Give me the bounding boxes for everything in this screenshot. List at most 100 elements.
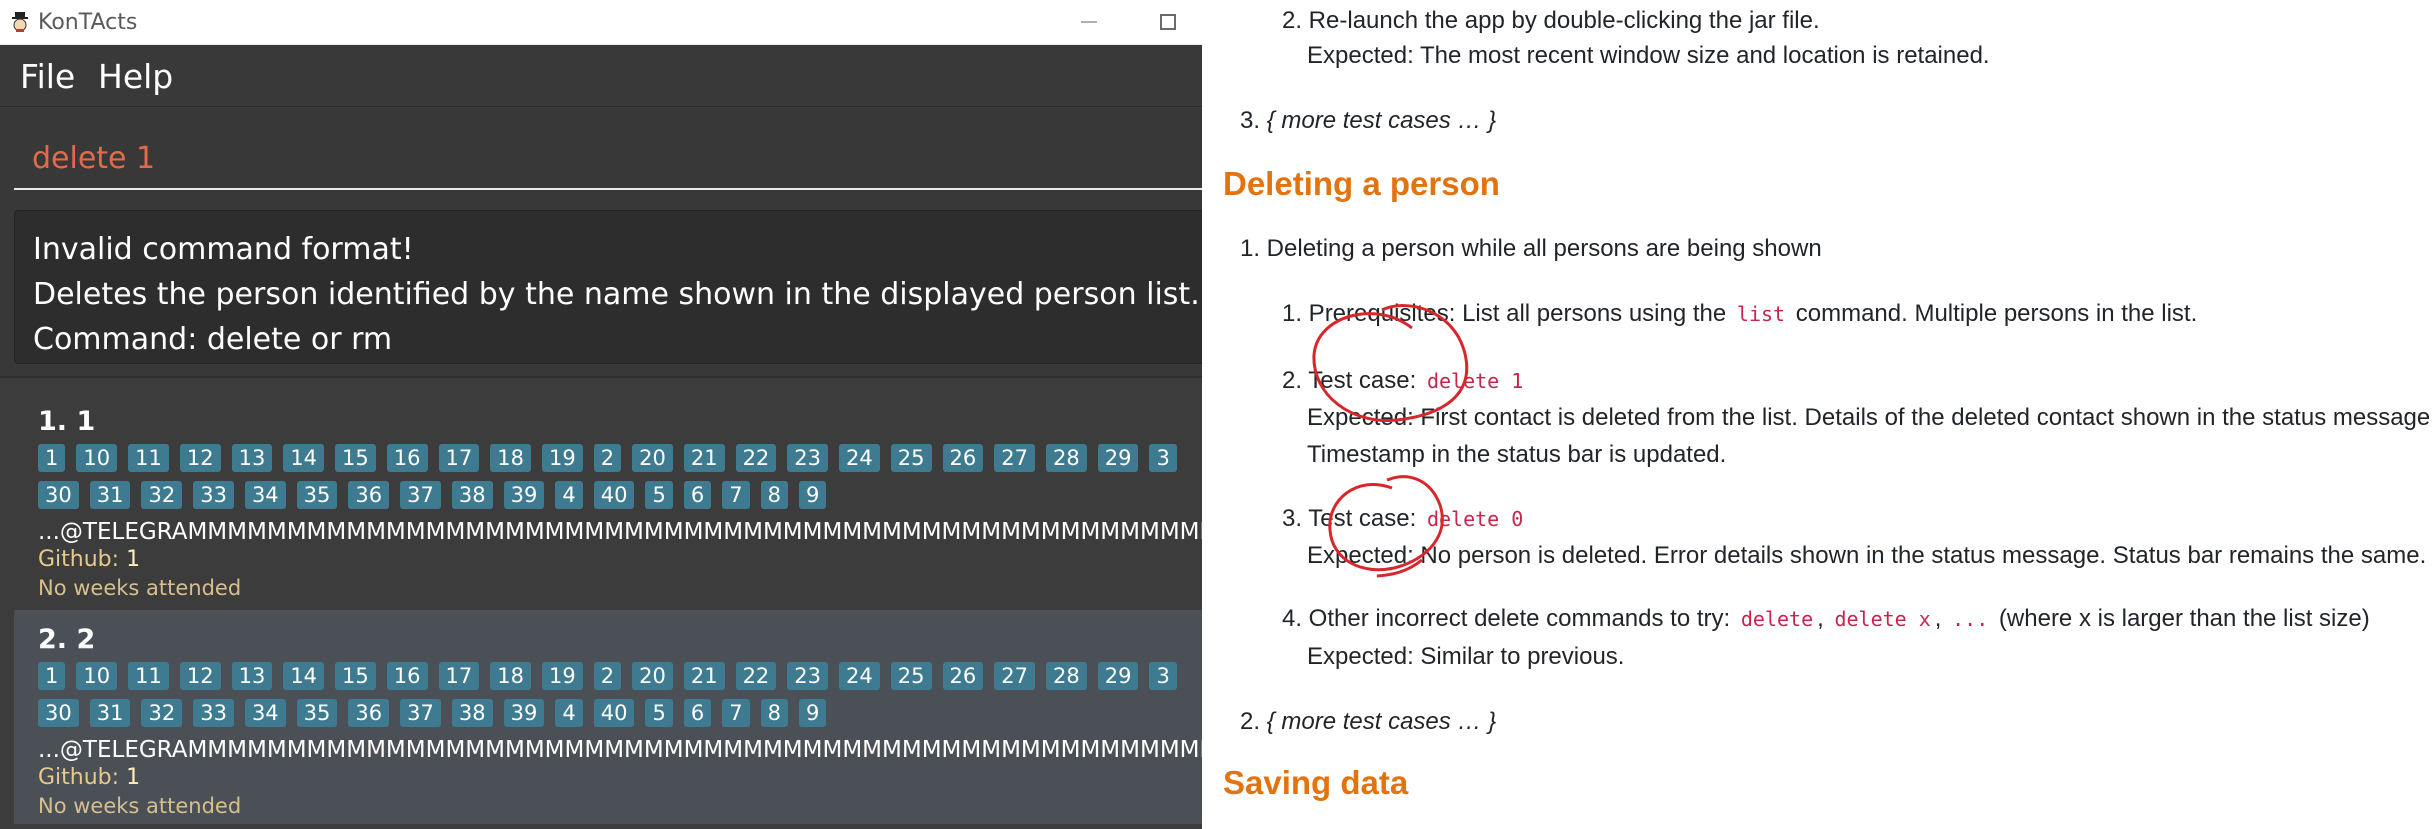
menu-help[interactable]: Help: [98, 57, 173, 96]
tag-chip: 24: [839, 662, 880, 690]
tag-chip: 3: [1149, 662, 1177, 690]
more-cases-text: { more test cases … }: [1266, 107, 1497, 134]
tag-chip: 32: [141, 699, 183, 727]
tag-chip: 23: [787, 444, 829, 472]
window-title: KonTActs: [38, 10, 138, 35]
person-telegram: ...@TELEGRAMMMMMMMMMMMMMMMMMMMMMMMMMMMMM…: [38, 519, 1202, 545]
tag-chip: 3: [1149, 444, 1177, 472]
tag-chip: 31: [89, 699, 131, 727]
person-telegram: ...@TELEGRAMMMMMMMMMMMMMMMMMMMMMMMMMMMMM…: [38, 737, 1202, 763]
minimize-icon[interactable]: [1069, 4, 1109, 40]
tag-chip: 5: [645, 699, 673, 727]
tag-chip: 18: [490, 444, 531, 472]
github-label: Github:: [38, 765, 120, 790]
person-weeks: No weeks attended: [38, 576, 242, 600]
result-display-area: Invalid command format! Deletes the pers…: [0, 206, 1202, 376]
tag-chip: 20: [632, 444, 673, 472]
prerequisites-item: 1. Prerequisites: List all persons using…: [1282, 300, 2197, 328]
tag-chip: 12: [179, 662, 221, 690]
tag-chip: 12: [179, 444, 221, 472]
tag-chip: 29: [1097, 444, 1139, 472]
inline-code-ellipsis: ...: [1952, 607, 1989, 631]
tag-chip: 32: [141, 481, 183, 509]
inline-code-list: list: [1736, 302, 1786, 326]
person-weeks: No weeks attended: [38, 794, 242, 818]
prereq-text-after: command. Multiple persons in the list.: [1795, 300, 2198, 327]
tag-chip: 40: [593, 699, 635, 727]
menu-file[interactable]: File: [20, 57, 75, 96]
tag-chip: 26: [942, 444, 984, 472]
tag-chip: 16: [386, 444, 428, 472]
person-name: 2. 2: [38, 624, 96, 655]
tag-chip: 37: [400, 481, 441, 509]
tag-chip: 29: [1097, 662, 1139, 690]
title-bar: KonTActs: [0, 0, 1202, 45]
result-line-2: Deletes the person identified by the nam…: [33, 277, 1200, 312]
tag-chip: 14: [283, 444, 325, 472]
github-value: 1: [126, 547, 141, 572]
heading-deleting-person: Deleting a person: [1223, 165, 1500, 202]
tag-chip: 7: [722, 699, 750, 727]
test-case-1-label: 2. Test case:: [1282, 367, 1417, 394]
person-list[interactable]: 1. 1 1 10 11 12 13 14 15 16 17 18 19 2 20 21 22 23 24 25 2…: [0, 376, 1202, 829]
tag-chip: 19: [541, 444, 583, 472]
tag-chip: 30: [38, 481, 79, 509]
tag-chip: 6: [683, 481, 712, 509]
tag-chip: 37: [400, 699, 441, 727]
result-line-1: Invalid command format!: [33, 232, 414, 267]
tag-chip: 17: [438, 662, 480, 690]
tag-chip: 4: [555, 481, 583, 509]
tag-chip: 20: [632, 662, 673, 690]
more-test-cases-1: 3. { more test cases … }: [1240, 107, 1496, 135]
github-value: 1: [126, 765, 141, 790]
other-commands-expected: Expected: Similar to previous.: [1307, 643, 1625, 670]
tag-chip: 15: [335, 662, 376, 690]
tag-chip: 38: [451, 699, 493, 727]
kontacts-window: KonTActs File Help Invalid command forma…: [0, 0, 1202, 829]
command-box-area: [0, 108, 1202, 206]
tag-chip: 18: [490, 662, 531, 690]
tag-chip: 1: [38, 444, 66, 472]
tag-chip: 40: [593, 481, 635, 509]
person-card[interactable]: 2. 2 1 10 11 12 13 14 15 16 17 18 19 2 20 21 22 23 24 25 2…: [14, 610, 1202, 824]
tag-chip: 1: [38, 662, 66, 690]
tag-chip: 2: [593, 444, 622, 472]
tag-chip: 24: [839, 444, 880, 472]
tag-chip: 8: [760, 699, 788, 727]
tag-chip: 27: [994, 444, 1035, 472]
relaunch-item: 2. Re-launch the app by double-clicking …: [1282, 7, 1820, 34]
tag-chip: 36: [348, 481, 390, 509]
tag-chip: 13: [231, 444, 273, 472]
tag-chip: 39: [503, 699, 545, 727]
test-case-1: 2. Test case: delete 1: [1282, 367, 1527, 395]
tag-chip: 33: [193, 481, 234, 509]
tag-chip: 28: [1045, 444, 1087, 472]
menu-bar: File Help: [0, 45, 1202, 107]
tag-chip: 10: [76, 444, 118, 472]
tag-chip: 35: [296, 699, 338, 727]
inline-code-delete-1: delete 1: [1426, 369, 1524, 393]
person-github: Github: 1: [38, 764, 1190, 792]
person-card[interactable]: 1. 1 1 10 11 12 13 14 15 16 17 18 19 2 20 21 22 23 24 25 2…: [14, 392, 1202, 606]
tag-chip: 38: [451, 481, 493, 509]
test-case-1-expected: Expected: First contact is deleted from …: [1307, 404, 2432, 431]
tag-chip: 9: [798, 481, 827, 509]
tag-chip: 8: [760, 481, 788, 509]
other-commands-item: 4. Other incorrect delete commands to tr…: [1282, 605, 2370, 633]
person-name: 1. 1: [38, 406, 96, 437]
tag-chip: 11: [128, 662, 169, 690]
tag-chip: 17: [438, 444, 480, 472]
tag-chip: 22: [735, 444, 777, 472]
more-cases-number: 3.: [1240, 107, 1261, 134]
command-input[interactable]: [14, 128, 1202, 190]
tag-chip: 15: [335, 444, 376, 472]
test-case-1-expected-2: Timestamp in the status bar is updated.: [1307, 441, 1727, 468]
tag-chip: 6: [683, 699, 712, 727]
tag-chip: 21: [683, 662, 725, 690]
tag-chip: 14: [283, 662, 325, 690]
developer-guide: 2. Re-launch the app by double-clicking …: [1202, 0, 2432, 829]
heading-saving-data: Saving data: [1223, 764, 1409, 801]
test-case-2: 3. Test case: delete 0: [1282, 505, 1527, 533]
tag-chip: 16: [386, 662, 428, 690]
maximize-icon[interactable]: [1148, 4, 1188, 40]
